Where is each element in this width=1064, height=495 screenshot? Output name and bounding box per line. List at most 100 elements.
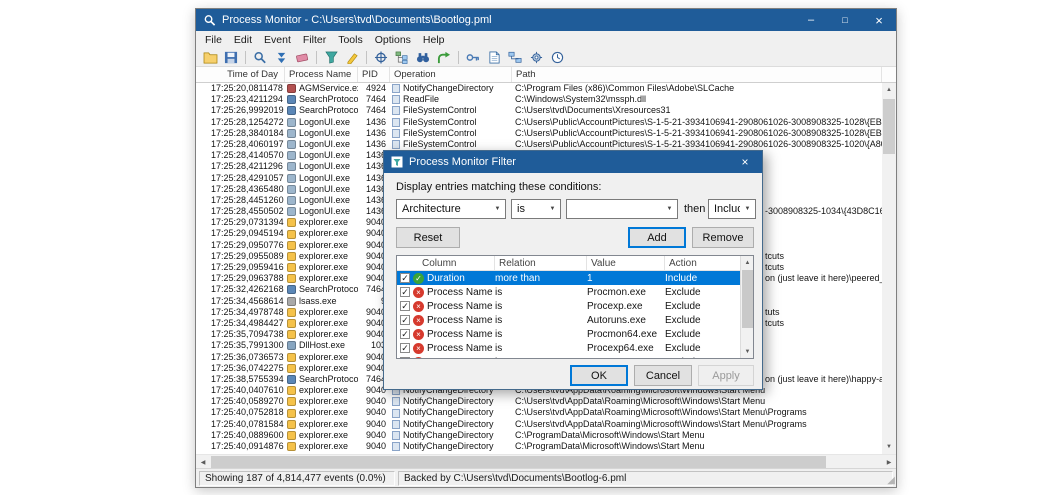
menu-item-options[interactable]: Options xyxy=(369,32,417,48)
jump-to-button[interactable] xyxy=(434,50,454,66)
remove-button[interactable]: Remove xyxy=(692,227,754,248)
open-log-button[interactable] xyxy=(200,50,220,66)
table-row[interactable]: 17:25:40,0589270explorer.exe9040NotifyCh… xyxy=(196,396,896,407)
filter-column-header-relation[interactable]: Relation xyxy=(495,256,587,270)
filter-row[interactable]: Process NameisProcexp.exeExclude xyxy=(397,299,753,313)
highlight-button[interactable] xyxy=(342,50,362,66)
filter-button[interactable] xyxy=(321,50,341,66)
explorer-process-icon xyxy=(287,274,296,283)
filter-row-checkbox[interactable] xyxy=(400,287,410,297)
exclude-icon xyxy=(413,287,424,298)
save-log-button[interactable] xyxy=(221,50,241,66)
status-backing-file: Backed by C:\Users\tvd\Documents\Bootlog… xyxy=(398,471,893,486)
scroll-down-arrow-icon[interactable] xyxy=(882,440,896,454)
add-button[interactable]: Add xyxy=(628,227,686,248)
cell-process: LogonUI.exe xyxy=(285,161,358,172)
clear-button[interactable] xyxy=(292,50,312,66)
dialog-close-button[interactable]: × xyxy=(728,151,762,173)
filter-row[interactable]: Process NameisProcmon64.exeExclude xyxy=(397,327,753,341)
filter-row[interactable]: Process NameisSystemExclude xyxy=(397,355,753,359)
relation-dropdown[interactable]: is xyxy=(511,199,561,219)
dropdown-arrow-icon xyxy=(662,206,677,212)
cell-time: 17:25:32,4262168 xyxy=(196,284,285,295)
column-header-pid[interactable]: PID xyxy=(358,67,390,82)
menu-item-tools[interactable]: Tools xyxy=(332,32,369,48)
process-tree-button[interactable] xyxy=(392,50,412,66)
filter-row[interactable]: Process NameisProcmon.exeExclude xyxy=(397,285,753,299)
menu-item-help[interactable]: Help xyxy=(417,32,451,48)
filter-row-checkbox[interactable] xyxy=(400,273,410,283)
vertical-scroll-thumb[interactable] xyxy=(883,99,895,154)
table-row[interactable]: 17:25:26,9992019SearchProtocolH...7464Fi… xyxy=(196,105,896,116)
show-network-button[interactable] xyxy=(505,50,525,66)
action-dropdown[interactable]: Include xyxy=(708,199,756,219)
dropdown-arrow-icon xyxy=(740,206,755,212)
filter-row-checkbox[interactable] xyxy=(400,357,410,359)
filter-dialog: Process Monitor Filter × Display entries… xyxy=(383,150,763,390)
filter-list-scrollbar[interactable] xyxy=(740,256,753,358)
value-dropdown[interactable] xyxy=(566,199,678,219)
show-process-button[interactable] xyxy=(526,50,546,66)
table-row[interactable]: 17:25:20,0811478AGMService.exe4924Notify… xyxy=(196,83,896,94)
cell-time: 17:25:34,4568614 xyxy=(196,296,285,307)
column-header-time-of-day[interactable]: Time of Day xyxy=(196,67,285,82)
column-dropdown[interactable]: Architecture xyxy=(396,199,506,219)
process-name: explorer.exe xyxy=(299,262,348,273)
filter-row-checkbox[interactable] xyxy=(400,315,410,325)
scroll-left-arrow-icon[interactable] xyxy=(196,455,210,469)
scroll-up-arrow-icon[interactable] xyxy=(741,256,754,269)
table-row[interactable]: 17:25:28,4060197LogonUI.exe1436FileSyste… xyxy=(196,139,896,150)
scroll-up-arrow-icon[interactable] xyxy=(882,83,896,97)
apply-button[interactable]: Apply xyxy=(698,365,754,386)
vertical-scrollbar[interactable] xyxy=(882,83,896,454)
column-header-process-name[interactable]: Process Name xyxy=(285,67,358,82)
table-row[interactable]: 17:25:28,3840184LogonUI.exe1436FileSyste… xyxy=(196,128,896,139)
table-row[interactable]: 17:25:40,0781584explorer.exe9040NotifyCh… xyxy=(196,419,896,430)
table-row[interactable]: 17:25:28,1254272LogonUI.exe1436FileSyste… xyxy=(196,117,896,128)
menu-item-file[interactable]: File xyxy=(199,32,228,48)
autoscroll-button[interactable] xyxy=(271,50,291,66)
filter-cell-value: Procexp64.exe xyxy=(587,343,665,354)
table-row[interactable]: 17:25:40,0752818explorer.exe9040NotifyCh… xyxy=(196,407,896,418)
filter-column-header-column[interactable]: Column xyxy=(397,256,495,270)
include-process-button[interactable] xyxy=(371,50,391,66)
close-button[interactable]: × xyxy=(862,9,896,31)
capture-button[interactable] xyxy=(250,50,270,66)
horizontal-scroll-thumb[interactable] xyxy=(211,456,826,468)
filter-row[interactable]: Process NameisProcexp64.exeExclude xyxy=(397,341,753,355)
scroll-right-arrow-icon[interactable] xyxy=(882,455,896,469)
filter-row-checkbox[interactable] xyxy=(400,329,410,339)
resize-grip[interactable] xyxy=(887,475,895,486)
menu-item-filter[interactable]: Filter xyxy=(297,32,332,48)
table-row[interactable]: 17:25:40,0889600explorer.exe9040NotifyCh… xyxy=(196,430,896,441)
minimize-button[interactable]: – xyxy=(794,9,828,31)
filter-row[interactable]: Durationmore than1Include xyxy=(397,271,753,285)
table-row[interactable]: 17:25:23,4211294SearchProtocolH...7464Re… xyxy=(196,94,896,105)
dialog-title-bar[interactable]: Process Monitor Filter × xyxy=(384,151,762,173)
table-row[interactable]: 17:25:40,0914876explorer.exe9040NotifyCh… xyxy=(196,441,896,452)
horizontal-scrollbar[interactable] xyxy=(196,454,896,468)
find-button[interactable] xyxy=(413,50,433,66)
column-header-operation[interactable]: Operation xyxy=(390,67,512,82)
filter-row[interactable]: Process NameisAutoruns.exeExclude xyxy=(397,313,753,327)
show-profiling-button[interactable] xyxy=(547,50,567,66)
cell-process: LogonUI.exe xyxy=(285,139,358,150)
title-bar[interactable]: Process Monitor - C:\Users\tvd\Documents… xyxy=(196,9,896,31)
cell-process: explorer.exe xyxy=(285,240,358,251)
column-header-path[interactable]: Path xyxy=(512,67,882,82)
cancel-button[interactable]: Cancel xyxy=(634,365,692,386)
show-registry-button[interactable] xyxy=(463,50,483,66)
scroll-down-arrow-icon[interactable] xyxy=(741,345,754,358)
cell-time: 17:25:28,4451260 xyxy=(196,195,285,206)
maximize-button[interactable]: □ xyxy=(828,9,862,31)
filter-scroll-thumb[interactable] xyxy=(742,270,753,328)
show-filesystem-button[interactable] xyxy=(484,50,504,66)
process-name: explorer.exe xyxy=(299,441,348,452)
menu-item-event[interactable]: Event xyxy=(258,32,297,48)
reset-button[interactable]: Reset xyxy=(396,227,460,248)
menu-item-edit[interactable]: Edit xyxy=(228,32,258,48)
filter-row-checkbox[interactable] xyxy=(400,301,410,311)
filter-row-checkbox[interactable] xyxy=(400,343,410,353)
ok-button[interactable]: OK xyxy=(570,365,628,386)
filter-column-header-value[interactable]: Value xyxy=(587,256,665,270)
